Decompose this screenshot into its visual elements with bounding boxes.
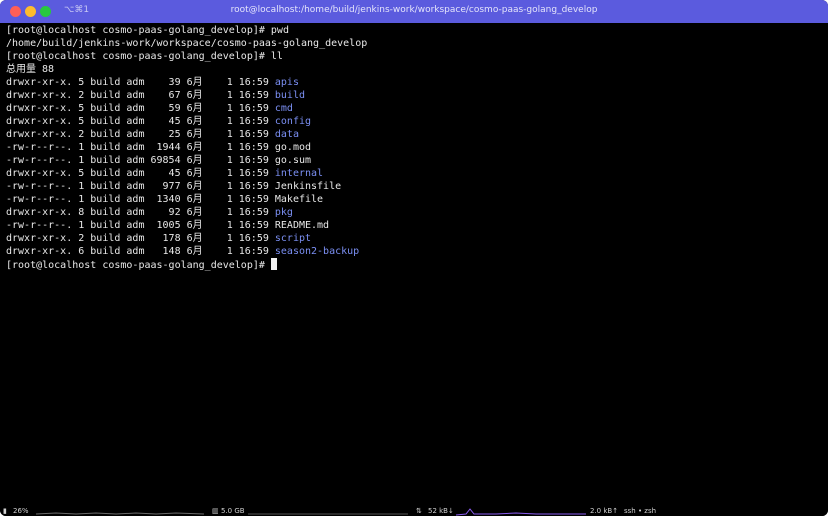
terminal-line: drwxr-xr-x. 8 build adm 92 6月 1 16:59 pk… bbox=[6, 206, 822, 219]
file-metadata: drwxr-xr-x. 6 build adm 148 6月 1 16:59 bbox=[6, 246, 275, 257]
terminal-line: 总用量 88 bbox=[6, 63, 822, 76]
terminal-line: -rw-r--r--. 1 build adm 1340 6月 1 16:59 … bbox=[6, 193, 822, 206]
file-metadata: drwxr-xr-x. 2 build adm 25 6月 1 16:59 bbox=[6, 129, 275, 140]
file-metadata: -rw-r--r--. 1 build adm 69854 6月 1 16:59 bbox=[6, 155, 275, 166]
terminal-line: [root@localhost cosmo-paas-golang_develo… bbox=[6, 258, 822, 271]
file-metadata: -rw-r--r--. 1 build adm 1340 6月 1 16:59 bbox=[6, 194, 275, 205]
cpu-icon: ▮ bbox=[3, 507, 7, 515]
directory-name: cmd bbox=[274, 103, 293, 114]
terminal-line: -rw-r--r--. 1 build adm 977 6月 1 16:59 J… bbox=[6, 180, 822, 193]
terminal-line: -rw-r--r--. 1 build adm 1005 6月 1 16:59 … bbox=[6, 219, 822, 232]
network-sparkline bbox=[456, 508, 586, 516]
window-title: root@localhost:/home/build/jenkins-work/… bbox=[230, 5, 598, 15]
file-name: go.sum bbox=[274, 155, 312, 166]
cpu-usage: 26% bbox=[13, 507, 29, 515]
file-metadata: drwxr-xr-x. 2 build adm 178 6月 1 16:59 bbox=[6, 233, 275, 244]
network-up: 2.0 kB↑ bbox=[590, 507, 619, 515]
output-text: 总用量 88 bbox=[6, 64, 55, 75]
memory-usage: 5.0 GB bbox=[221, 507, 245, 515]
network-icon: ⇅ bbox=[416, 507, 422, 515]
memory-icon: ▥ bbox=[212, 507, 219, 515]
file-metadata: drwxr-xr-x. 2 build adm 67 6月 1 16:59 bbox=[6, 90, 275, 101]
status-bar: ▮ 26% ▥ 5.0 GB ⇅ 52 kB↓ 2.0 kB↑ ssh • zs… bbox=[0, 506, 828, 516]
terminal-line: /home/build/jenkins-work/workspace/cosmo… bbox=[6, 37, 822, 50]
directory-name: build bbox=[274, 90, 305, 101]
shell-prompt: [root@localhost cosmo-paas-golang_develo… bbox=[6, 260, 271, 271]
session-info: ssh • zsh bbox=[624, 507, 657, 515]
file-name: Jenkinsfile bbox=[274, 181, 342, 192]
cpu-sparkline bbox=[36, 512, 204, 515]
title-bar[interactable]: ⌥⌘1 root@localhost:/home/build/jenkins-w… bbox=[0, 0, 828, 23]
directory-name: season2-backup bbox=[274, 246, 360, 257]
terminal-line: [root@localhost cosmo-paas-golang_develo… bbox=[6, 24, 822, 37]
terminal-line: drwxr-xr-x. 6 build adm 148 6月 1 16:59 s… bbox=[6, 245, 822, 258]
directory-name: config bbox=[274, 116, 312, 127]
terminal-line: drwxr-xr-x. 5 build adm 45 6月 1 16:59 co… bbox=[6, 115, 822, 128]
file-name: Makefile bbox=[274, 194, 324, 205]
terminal-line: -rw-r--r--. 1 build adm 1944 6月 1 16:59 … bbox=[6, 141, 822, 154]
file-name: README.md bbox=[274, 220, 330, 231]
output-text: /home/build/jenkins-work/workspace/cosmo… bbox=[6, 38, 368, 49]
shell-prompt: [root@localhost cosmo-paas-golang_develo… bbox=[6, 25, 271, 36]
terminal-output[interactable]: [root@localhost cosmo-paas-golang_develo… bbox=[6, 24, 822, 484]
file-metadata: -rw-r--r--. 1 build adm 1944 6月 1 16:59 bbox=[6, 142, 275, 153]
file-metadata: drwxr-xr-x. 5 build adm 59 6月 1 16:59 bbox=[6, 103, 275, 114]
command-text: pwd bbox=[270, 25, 289, 36]
terminal-line: drwxr-xr-x. 5 build adm 45 6月 1 16:59 in… bbox=[6, 167, 822, 180]
network-down: 52 kB↓ bbox=[428, 507, 454, 515]
directory-name: apis bbox=[274, 77, 299, 88]
directory-name: internal bbox=[274, 168, 324, 179]
terminal-line: drwxr-xr-x. 5 build adm 39 6月 1 16:59 ap… bbox=[6, 76, 822, 89]
command-text: ll bbox=[270, 51, 283, 62]
file-metadata: drwxr-xr-x. 5 build adm 45 6月 1 16:59 bbox=[6, 168, 275, 179]
terminal-line: drwxr-xr-x. 2 build adm 67 6月 1 16:59 bu… bbox=[6, 89, 822, 102]
terminal-line: drwxr-xr-x. 2 build adm 178 6月 1 16:59 s… bbox=[6, 232, 822, 245]
text-cursor[interactable] bbox=[270, 258, 277, 270]
file-metadata: -rw-r--r--. 1 build adm 977 6月 1 16:59 bbox=[6, 181, 275, 192]
file-metadata: -rw-r--r--. 1 build adm 1005 6月 1 16:59 bbox=[6, 220, 275, 231]
terminal-line: drwxr-xr-x. 2 build adm 25 6月 1 16:59 da… bbox=[6, 128, 822, 141]
terminal-window: ⌥⌘1 root@localhost:/home/build/jenkins-w… bbox=[0, 0, 828, 516]
file-name: go.mod bbox=[274, 142, 312, 153]
terminal-line: -rw-r--r--. 1 build adm 69854 6月 1 16:59… bbox=[6, 154, 822, 167]
directory-name: script bbox=[274, 233, 312, 244]
memory-sparkline bbox=[248, 513, 408, 515]
directory-name: pkg bbox=[274, 207, 293, 218]
file-metadata: drwxr-xr-x. 8 build adm 92 6月 1 16:59 bbox=[6, 207, 275, 218]
directory-name: data bbox=[274, 129, 299, 140]
terminal-line: [root@localhost cosmo-paas-golang_develo… bbox=[6, 50, 822, 63]
file-metadata: drwxr-xr-x. 5 build adm 45 6月 1 16:59 bbox=[6, 116, 275, 127]
terminal-line: drwxr-xr-x. 5 build adm 59 6月 1 16:59 cm… bbox=[6, 102, 822, 115]
file-metadata: drwxr-xr-x. 5 build adm 39 6月 1 16:59 bbox=[6, 77, 275, 88]
shell-prompt: [root@localhost cosmo-paas-golang_develo… bbox=[6, 51, 271, 62]
